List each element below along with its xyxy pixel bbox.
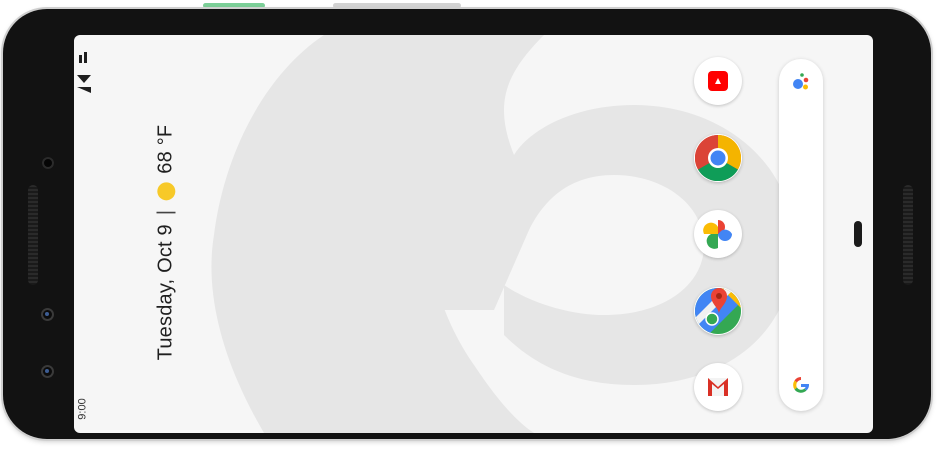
maps-icon (695, 288, 741, 334)
google-search-bar[interactable] (779, 59, 823, 411)
power-button (203, 3, 265, 8)
front-camera (41, 308, 54, 321)
google-g-icon (793, 377, 810, 393)
gmail-icon (708, 378, 728, 396)
gmail-app[interactable] (694, 363, 742, 411)
chrome-app[interactable] (694, 134, 742, 182)
speaker-grille-left (28, 185, 38, 285)
temperature-label: 68 °F (154, 124, 177, 174)
speaker-grille-right (903, 185, 913, 285)
date-label: Tuesday, Oct 9 (154, 223, 177, 360)
status-clock: 9:00 (77, 398, 90, 420)
photos-icon (703, 220, 732, 249)
cell-signal-icon (79, 52, 87, 63)
maps-app[interactable] (694, 287, 742, 335)
youtube-app[interactable] (694, 57, 742, 105)
google-assistant-icon (793, 73, 809, 90)
home-screen: 9:00 Tuesday, Oct 9 | 68 °F (74, 35, 873, 433)
status-icons (77, 52, 91, 93)
volume-button (333, 3, 461, 8)
at-a-glance-widget[interactable]: Tuesday, Oct 9 | 68 °F (138, 107, 194, 377)
home-gesture-pill[interactable] (854, 221, 862, 247)
phone-frame: 9:00 Tuesday, Oct 9 | 68 °F (3, 9, 931, 439)
chrome-icon (695, 135, 741, 181)
front-camera-secondary (41, 365, 54, 378)
separator: | (154, 209, 177, 215)
sun-icon (157, 182, 176, 201)
proximity-sensor (42, 157, 54, 169)
youtube-icon (708, 71, 728, 91)
wifi-icon (77, 75, 91, 93)
photos-app[interactable] (694, 210, 742, 258)
